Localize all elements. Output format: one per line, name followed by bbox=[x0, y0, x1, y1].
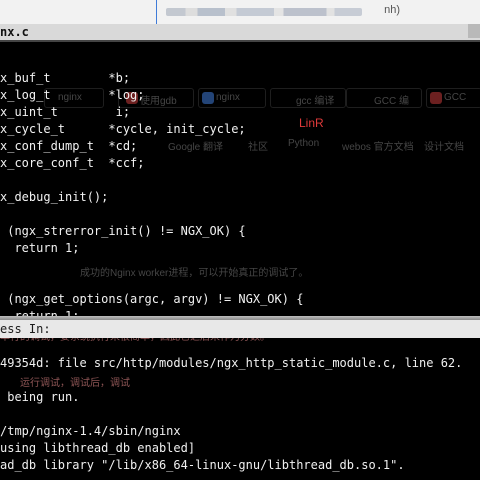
ghost-tab-label-6: GCC bbox=[444, 92, 467, 103]
code-line-2: x_log_t *log; bbox=[0, 88, 145, 102]
code-line-3: x_uint_t i; bbox=[0, 105, 131, 119]
ghost-blue-icon bbox=[202, 92, 214, 104]
browser-top-bar: nh) bbox=[0, 0, 480, 25]
code-line-4: x_cycle_t *cycle, init_cycle; bbox=[0, 122, 246, 136]
ghost-bookmark-5: 设计文档 bbox=[424, 142, 464, 153]
ghost-note-1: 成功的Nginx worker进程，可以开始真正的调试了。 bbox=[80, 268, 309, 279]
linr-annotation: LinR bbox=[299, 116, 324, 130]
gdb-line-5: /tmp/nginx-1.4/sbin/nginx bbox=[0, 424, 181, 438]
ghost-tab-label-3: nginx bbox=[216, 92, 240, 103]
ghost-bookmark-3: Python bbox=[288, 138, 320, 149]
gdb-line-1: 49354d: file src/http/modules/ngx_http_s… bbox=[0, 356, 463, 370]
code-line-6: x_core_conf_t *ccf; bbox=[0, 156, 145, 170]
gdb-status-bar bbox=[0, 320, 480, 338]
ghost-bookmark-4: webos 官方文档 bbox=[342, 142, 414, 153]
ghost-tab-label-5: GCC 编 bbox=[374, 96, 409, 107]
gdb-line-6: using libthread_db enabled] bbox=[0, 441, 196, 455]
editor-title-bar: nx.c bbox=[0, 24, 480, 42]
code-line-14: (ngx_get_options(argc, argv) != NGX_OK) … bbox=[0, 292, 304, 306]
ghost-red-icon-2 bbox=[430, 92, 442, 104]
ghost-note-3: 运行调试，调试后，调试 bbox=[20, 378, 130, 389]
ghost-bookmark-1: Google 翻译 bbox=[168, 142, 224, 153]
gdb-line-3: being run. bbox=[0, 390, 80, 404]
ghost-tab-label-2: 使用gdb bbox=[140, 96, 177, 107]
close-icon[interactable] bbox=[468, 24, 480, 38]
file-name-label: nx.c bbox=[0, 25, 29, 39]
window-title: nh) bbox=[384, 4, 400, 16]
code-line-10: (ngx_strerror_init() != NGX_OK) { bbox=[0, 224, 246, 238]
gdb-header: ess In: bbox=[0, 322, 51, 336]
ghost-tab-label-4: gcc 编译 bbox=[296, 96, 335, 107]
gdb-line-7: ad_db library "/lib/x86_64-linux-gnu/lib… bbox=[0, 458, 405, 472]
code-line-5: x_conf_dump_t *cd; bbox=[0, 139, 138, 153]
code-line-11: return 1; bbox=[0, 241, 80, 255]
ghost-bookmark-2: 社区 bbox=[248, 142, 268, 153]
code-line-1: x_buf_t *b; bbox=[0, 71, 131, 85]
code-line-8: x_debug_init(); bbox=[0, 190, 109, 204]
